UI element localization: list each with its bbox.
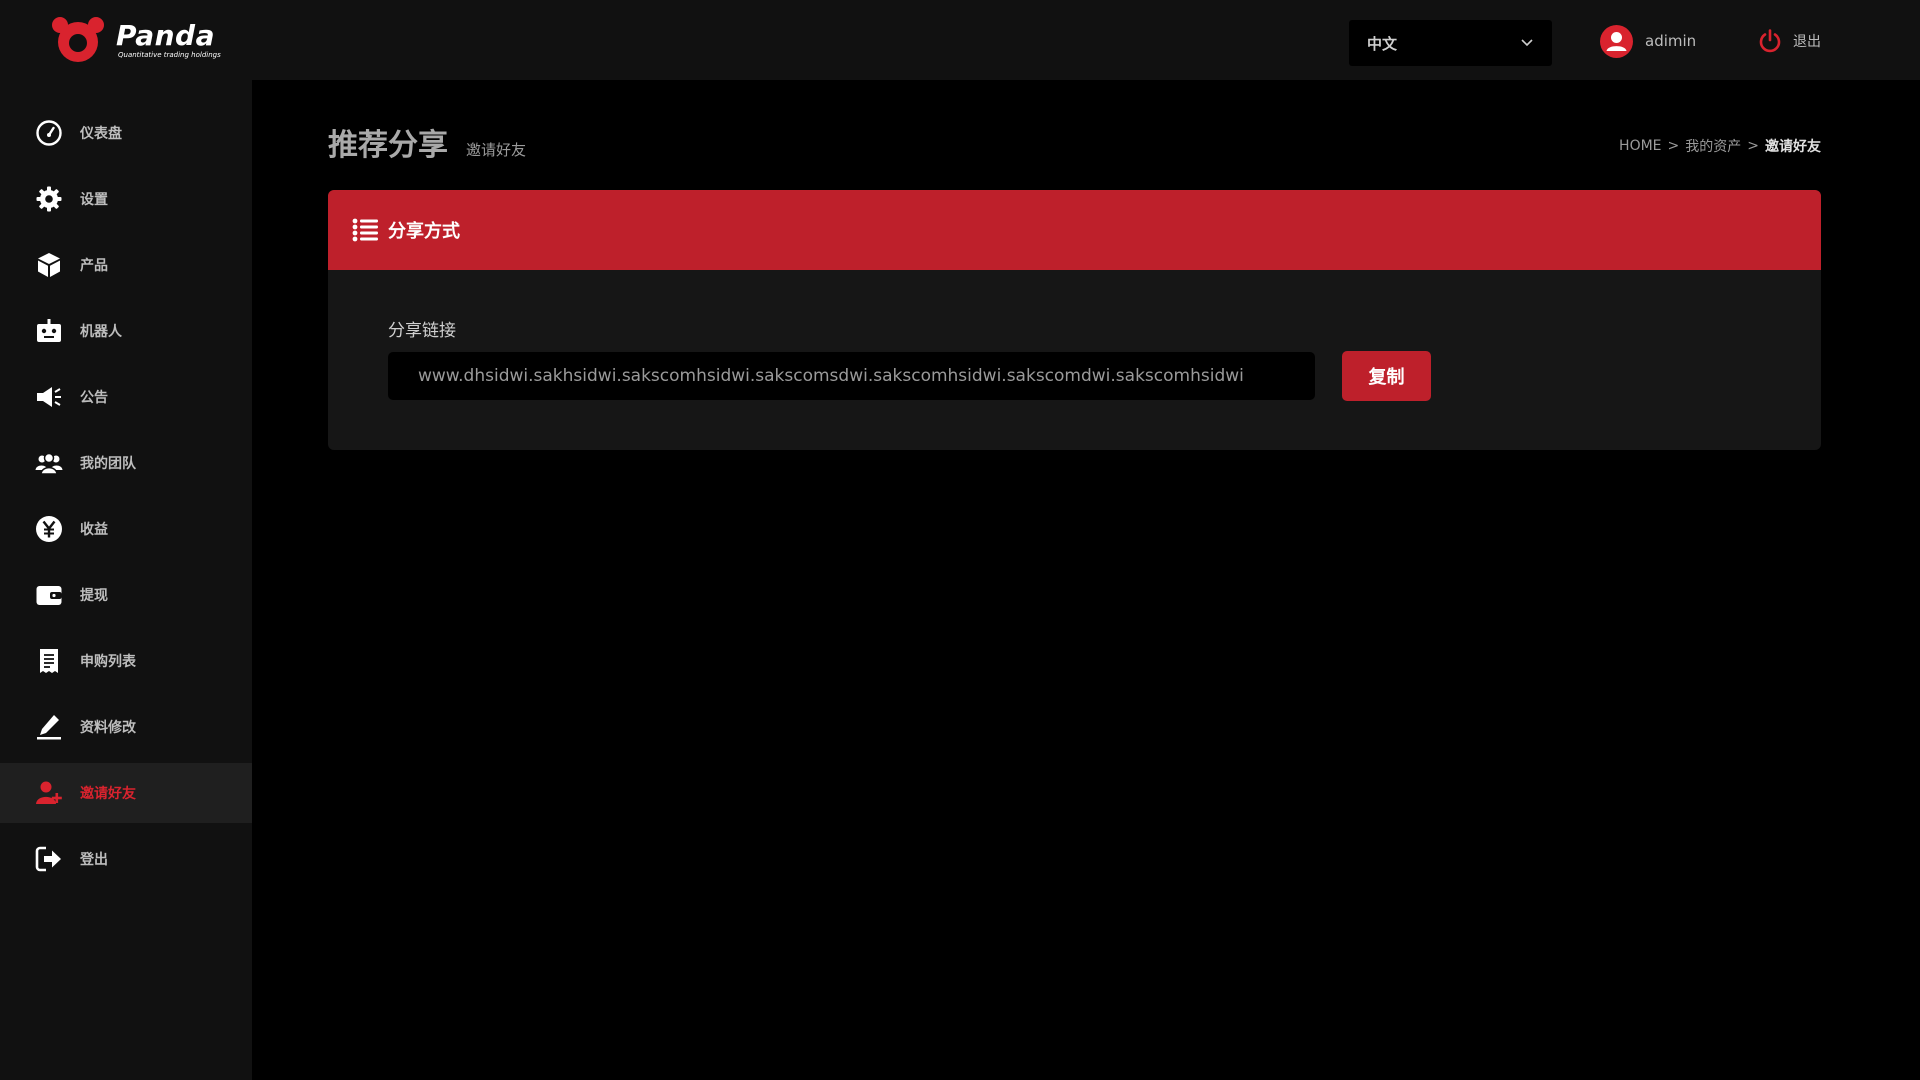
logout-button[interactable]: 退出 <box>1757 26 1821 56</box>
sidebar-item-label: 资料修改 <box>80 720 136 736</box>
breadcrumb-current: 邀请好友 <box>1765 139 1821 155</box>
page-subtitle: 邀请好友 <box>466 141 527 159</box>
share-card: 分享方式 分享链接 复制 <box>328 190 1821 450</box>
copy-button[interactable]: 复制 <box>1342 351 1431 401</box>
user-icon <box>1600 24 1633 58</box>
sidebar: 仪表盘 设置 产品 机器人 公告 我的团队 收益 提现 申购列表 资料修改 邀请… <box>0 80 252 1080</box>
brand-name: Panda <box>116 18 215 52</box>
sidebar-item-my-team[interactable]: 我的团队 <box>0 433 252 493</box>
sidebar-item-label: 申购列表 <box>80 654 136 670</box>
sidebar-item-label: 设置 <box>80 192 108 208</box>
sidebar-item-label: 机器人 <box>80 324 122 340</box>
share-card-title: 分享方式 <box>388 221 460 242</box>
sidebar-item-label: 登出 <box>80 852 108 868</box>
sidebar-item-announcements[interactable]: 公告 <box>0 367 252 427</box>
user-menu[interactable]: adimin <box>1600 24 1696 58</box>
breadcrumb-my-assets[interactable]: 我的资产 <box>1685 136 1741 156</box>
sidebar-item-label: 邀请好友 <box>80 786 136 802</box>
list-icon <box>352 218 378 242</box>
logo[interactable]: Panda Quantitative trading holdings <box>50 16 221 64</box>
sidebar-item-label: 公告 <box>80 390 108 406</box>
breadcrumb-home[interactable]: HOME <box>1619 138 1661 154</box>
robot-icon <box>37 319 61 342</box>
sidebar-item-label: 产品 <box>80 258 108 274</box>
sidebar-item-earnings[interactable]: 收益 <box>0 499 252 559</box>
sidebar-item-subscriptions[interactable]: 申购列表 <box>0 631 252 691</box>
sidebar-item-label: 仪表盘 <box>80 126 122 142</box>
box-icon <box>38 253 60 277</box>
sign-out-icon <box>35 846 61 872</box>
breadcrumb: HOME > 我的资产 > 邀请好友 <box>1619 136 1821 156</box>
receipt-icon <box>40 649 58 673</box>
sidebar-item-dashboard[interactable]: 仪表盘 <box>0 103 252 163</box>
sidebar-item-label: 提现 <box>80 588 108 604</box>
yen-icon <box>36 516 62 542</box>
megaphone-icon <box>37 387 61 407</box>
share-card-header: 分享方式 <box>328 190 1821 270</box>
language-select[interactable]: 中文 <box>1349 20 1552 66</box>
gear-icon <box>36 186 62 212</box>
team-icon <box>35 452 63 475</box>
sidebar-item-withdraw[interactable]: 提现 <box>0 565 252 625</box>
sidebar-item-sign-out[interactable]: 登出 <box>0 829 252 889</box>
page-title: 推荐分享 <box>328 128 448 163</box>
chevron-down-icon <box>1521 39 1533 47</box>
username: adimin <box>1645 32 1697 50</box>
sidebar-item-robot[interactable]: 机器人 <box>0 301 252 361</box>
sidebar-item-products[interactable]: 产品 <box>0 235 252 295</box>
panda-logo-icon <box>52 17 104 62</box>
logout-label: 退出 <box>1793 34 1821 50</box>
sidebar-item-settings[interactable]: 设置 <box>0 169 252 229</box>
top-bar: Panda Quantitative trading holdings 中文 a… <box>0 0 1920 80</box>
sidebar-item-label: 我的团队 <box>80 456 136 472</box>
page-header: 推荐分享 邀请好友 <box>328 120 526 164</box>
add-user-icon <box>36 781 62 804</box>
dashboard-icon <box>36 120 62 146</box>
edit-icon <box>37 715 61 740</box>
wallet-icon <box>36 586 62 605</box>
brand-tagline: Quantitative trading holdings <box>118 50 221 59</box>
language-value: 中文 <box>1367 34 1398 53</box>
sidebar-item-invite-friends[interactable]: 邀请好友 <box>0 763 252 823</box>
share-link-input[interactable] <box>388 352 1315 400</box>
breadcrumb-separator: > <box>1747 138 1759 154</box>
power-icon <box>1759 29 1781 53</box>
sidebar-item-label: 收益 <box>80 522 108 538</box>
share-link-label: 分享链接 <box>388 321 456 341</box>
sidebar-item-edit-profile[interactable]: 资料修改 <box>0 697 252 757</box>
breadcrumb-separator: > <box>1667 138 1680 154</box>
